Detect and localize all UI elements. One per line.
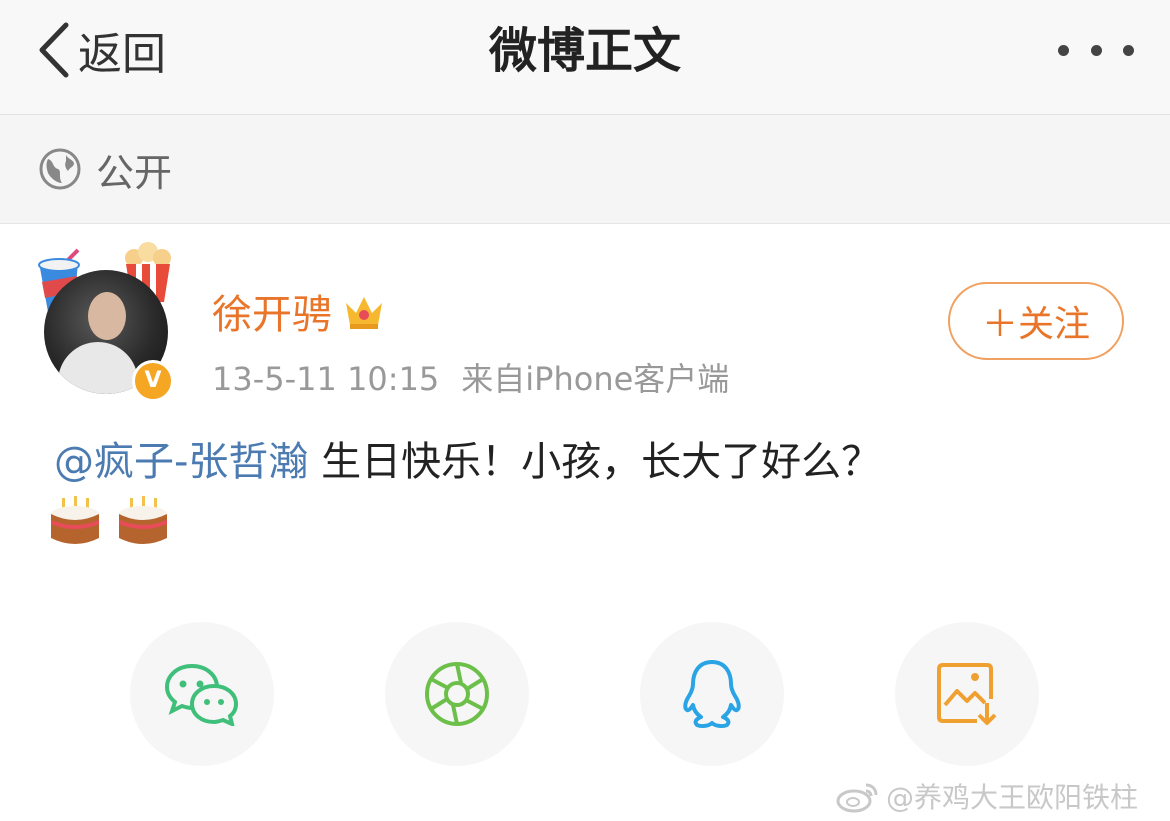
weibo-logo-icon bbox=[836, 783, 878, 813]
moments-icon bbox=[425, 662, 489, 726]
post-meta: 13-5-11 10:15 来自iPhone客户端 bbox=[212, 354, 751, 400]
share-bar bbox=[0, 622, 1170, 766]
post-text: @疯子-张哲瀚 生日快乐！小孩，长大了好么？ bbox=[54, 434, 881, 490]
more-dot-icon bbox=[1058, 44, 1069, 56]
avatar-face bbox=[88, 292, 126, 340]
author-avatar[interactable]: V bbox=[34, 242, 174, 402]
follow-button[interactable]: ＋关注 bbox=[948, 282, 1124, 360]
more-dot-icon bbox=[1123, 44, 1134, 56]
more-options-button[interactable] bbox=[1058, 32, 1134, 68]
post-body: 生日快乐！小孩，长大了好么？ bbox=[308, 439, 882, 485]
globe-icon bbox=[39, 148, 81, 190]
more-dot-icon bbox=[1090, 44, 1102, 56]
visibility-bar: 公开 bbox=[0, 115, 1170, 224]
verified-badge: V bbox=[132, 360, 174, 402]
post-source: 来自iPhone客户端 bbox=[461, 360, 730, 398]
birthday-cake-icon bbox=[51, 496, 99, 544]
save-image-icon bbox=[937, 663, 997, 725]
watermark: @养鸡大王欧阳铁柱 bbox=[836, 776, 1138, 816]
avatar-shirt bbox=[58, 342, 138, 394]
share-wechat-button[interactable] bbox=[130, 622, 274, 766]
top-nav-bar: 返回 微博正文 bbox=[0, 0, 1170, 115]
crown-icon bbox=[346, 297, 382, 329]
page-title: 微博正文 bbox=[488, 23, 681, 79]
post-timestamp: 13-5-11 10:15 bbox=[212, 360, 440, 398]
visibility-label: 公开 bbox=[96, 150, 173, 195]
mention-link[interactable]: @疯子-张哲瀚 bbox=[54, 439, 308, 485]
wechat-icon bbox=[164, 663, 239, 726]
author-name-link[interactable]: 徐开骋 bbox=[212, 282, 386, 340]
qq-icon bbox=[683, 660, 741, 729]
emoji-row bbox=[48, 494, 170, 550]
watermark-text: @养鸡大王欧阳铁柱 bbox=[886, 781, 1139, 814]
save-image-button[interactable] bbox=[895, 622, 1039, 766]
share-qq-button[interactable] bbox=[640, 622, 784, 766]
birthday-cake-icon bbox=[119, 496, 167, 544]
share-moments-button[interactable] bbox=[385, 622, 529, 766]
author-name: 徐开骋 bbox=[212, 292, 332, 338]
